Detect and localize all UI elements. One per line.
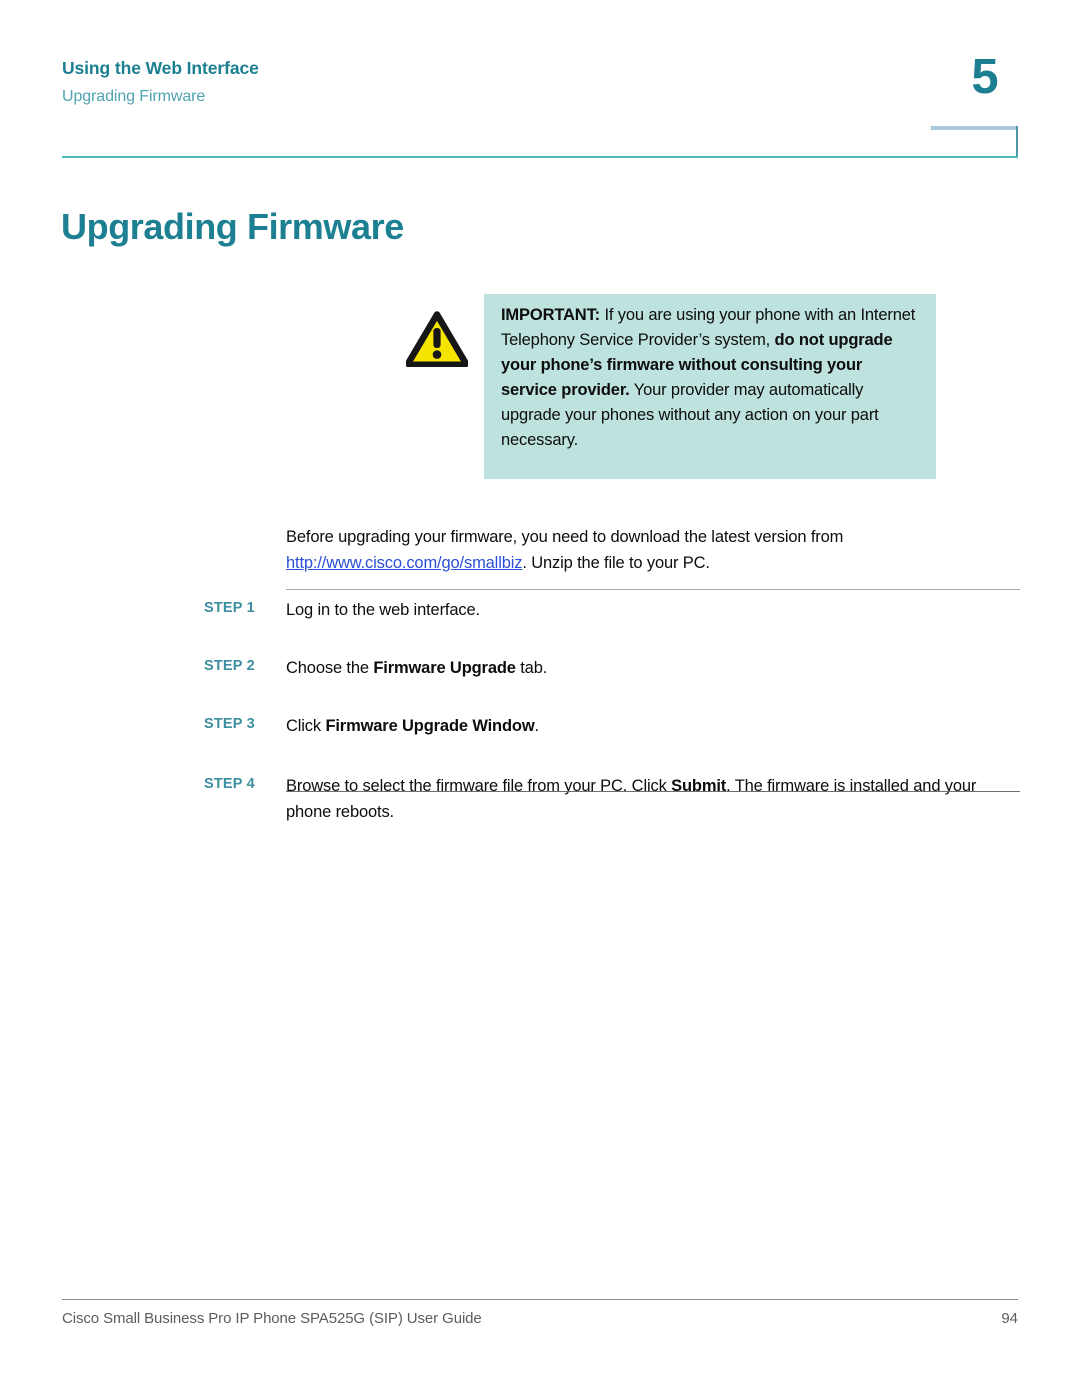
step-item: STEP 2 Choose the Firmware Upgrade tab.: [204, 656, 1024, 696]
step-body: Browse to select the firmware file from …: [286, 774, 1024, 825]
intro-paragraph: Before upgrading your firmware, you need…: [286, 524, 1026, 576]
important-callout-label: IMPORTANT:: [501, 306, 601, 324]
header-section-title: Upgrading Firmware: [62, 88, 206, 105]
step-text-1: Choose the: [286, 659, 374, 677]
step-item: STEP 3 Click Firmware Upgrade Window.: [204, 714, 1024, 754]
step-text-1: Browse to select the firmware file from …: [286, 777, 672, 795]
step-text-2: .: [534, 717, 540, 735]
warning-triangle-icon: [405, 311, 469, 369]
page-title: Upgrading Firmware: [61, 206, 404, 248]
steps-list: STEP 1 Log in to the web interface. STEP…: [204, 598, 1024, 821]
step-text-1: Click: [286, 717, 326, 735]
header-horizontal-rule: [62, 156, 1018, 158]
step-body: Click Firmware Upgrade Window.: [286, 714, 1024, 740]
important-callout: IMPORTANT: If you are using your phone w…: [484, 294, 936, 479]
footer-document-title: Cisco Small Business Pro IP Phone SPA525…: [62, 1310, 482, 1327]
steps-top-rule: [286, 589, 1020, 590]
step-label: STEP 4: [204, 776, 255, 792]
step-bold: Submit: [671, 777, 727, 795]
cisco-smallbiz-link[interactable]: http://www.cisco.com/go/smallbiz: [286, 554, 523, 572]
step-bold: Firmware Upgrade Window: [325, 717, 535, 735]
steps-bottom-rule: [286, 791, 1020, 792]
header-tab-vertical-rule: [1016, 126, 1018, 158]
document-page: Using the Web Interface Upgrading Firmwa…: [0, 0, 1080, 1397]
step-text-2: tab.: [515, 659, 548, 677]
step-body: Log in to the web interface.: [286, 598, 1024, 624]
intro-text-after-link: . Unzip the file to your PC.: [522, 553, 710, 572]
step-label: STEP 1: [204, 600, 255, 616]
header-chapter-number: 5: [971, 50, 999, 104]
step-body: Choose the Firmware Upgrade tab.: [286, 656, 1024, 682]
header-tab-accent-bar: [931, 126, 1018, 130]
header-chapter-title: Using the Web Interface: [62, 58, 259, 78]
important-callout-text: IMPORTANT: If you are using your phone w…: [501, 303, 922, 452]
step-label: STEP 3: [204, 716, 255, 732]
step-item: STEP 4 Browse to select the firmware fil…: [204, 774, 1024, 825]
step-text-1: Log in to the web interface.: [286, 601, 480, 619]
footer-rule: [62, 1299, 1018, 1300]
step-label: STEP 2: [204, 658, 255, 674]
step-item: STEP 1 Log in to the web interface.: [204, 598, 1024, 638]
step-bold: Firmware Upgrade: [373, 659, 516, 677]
footer-page-number: 94: [1001, 1310, 1018, 1327]
intro-text-before-link: Before upgrading your firmware, you need…: [286, 527, 844, 546]
